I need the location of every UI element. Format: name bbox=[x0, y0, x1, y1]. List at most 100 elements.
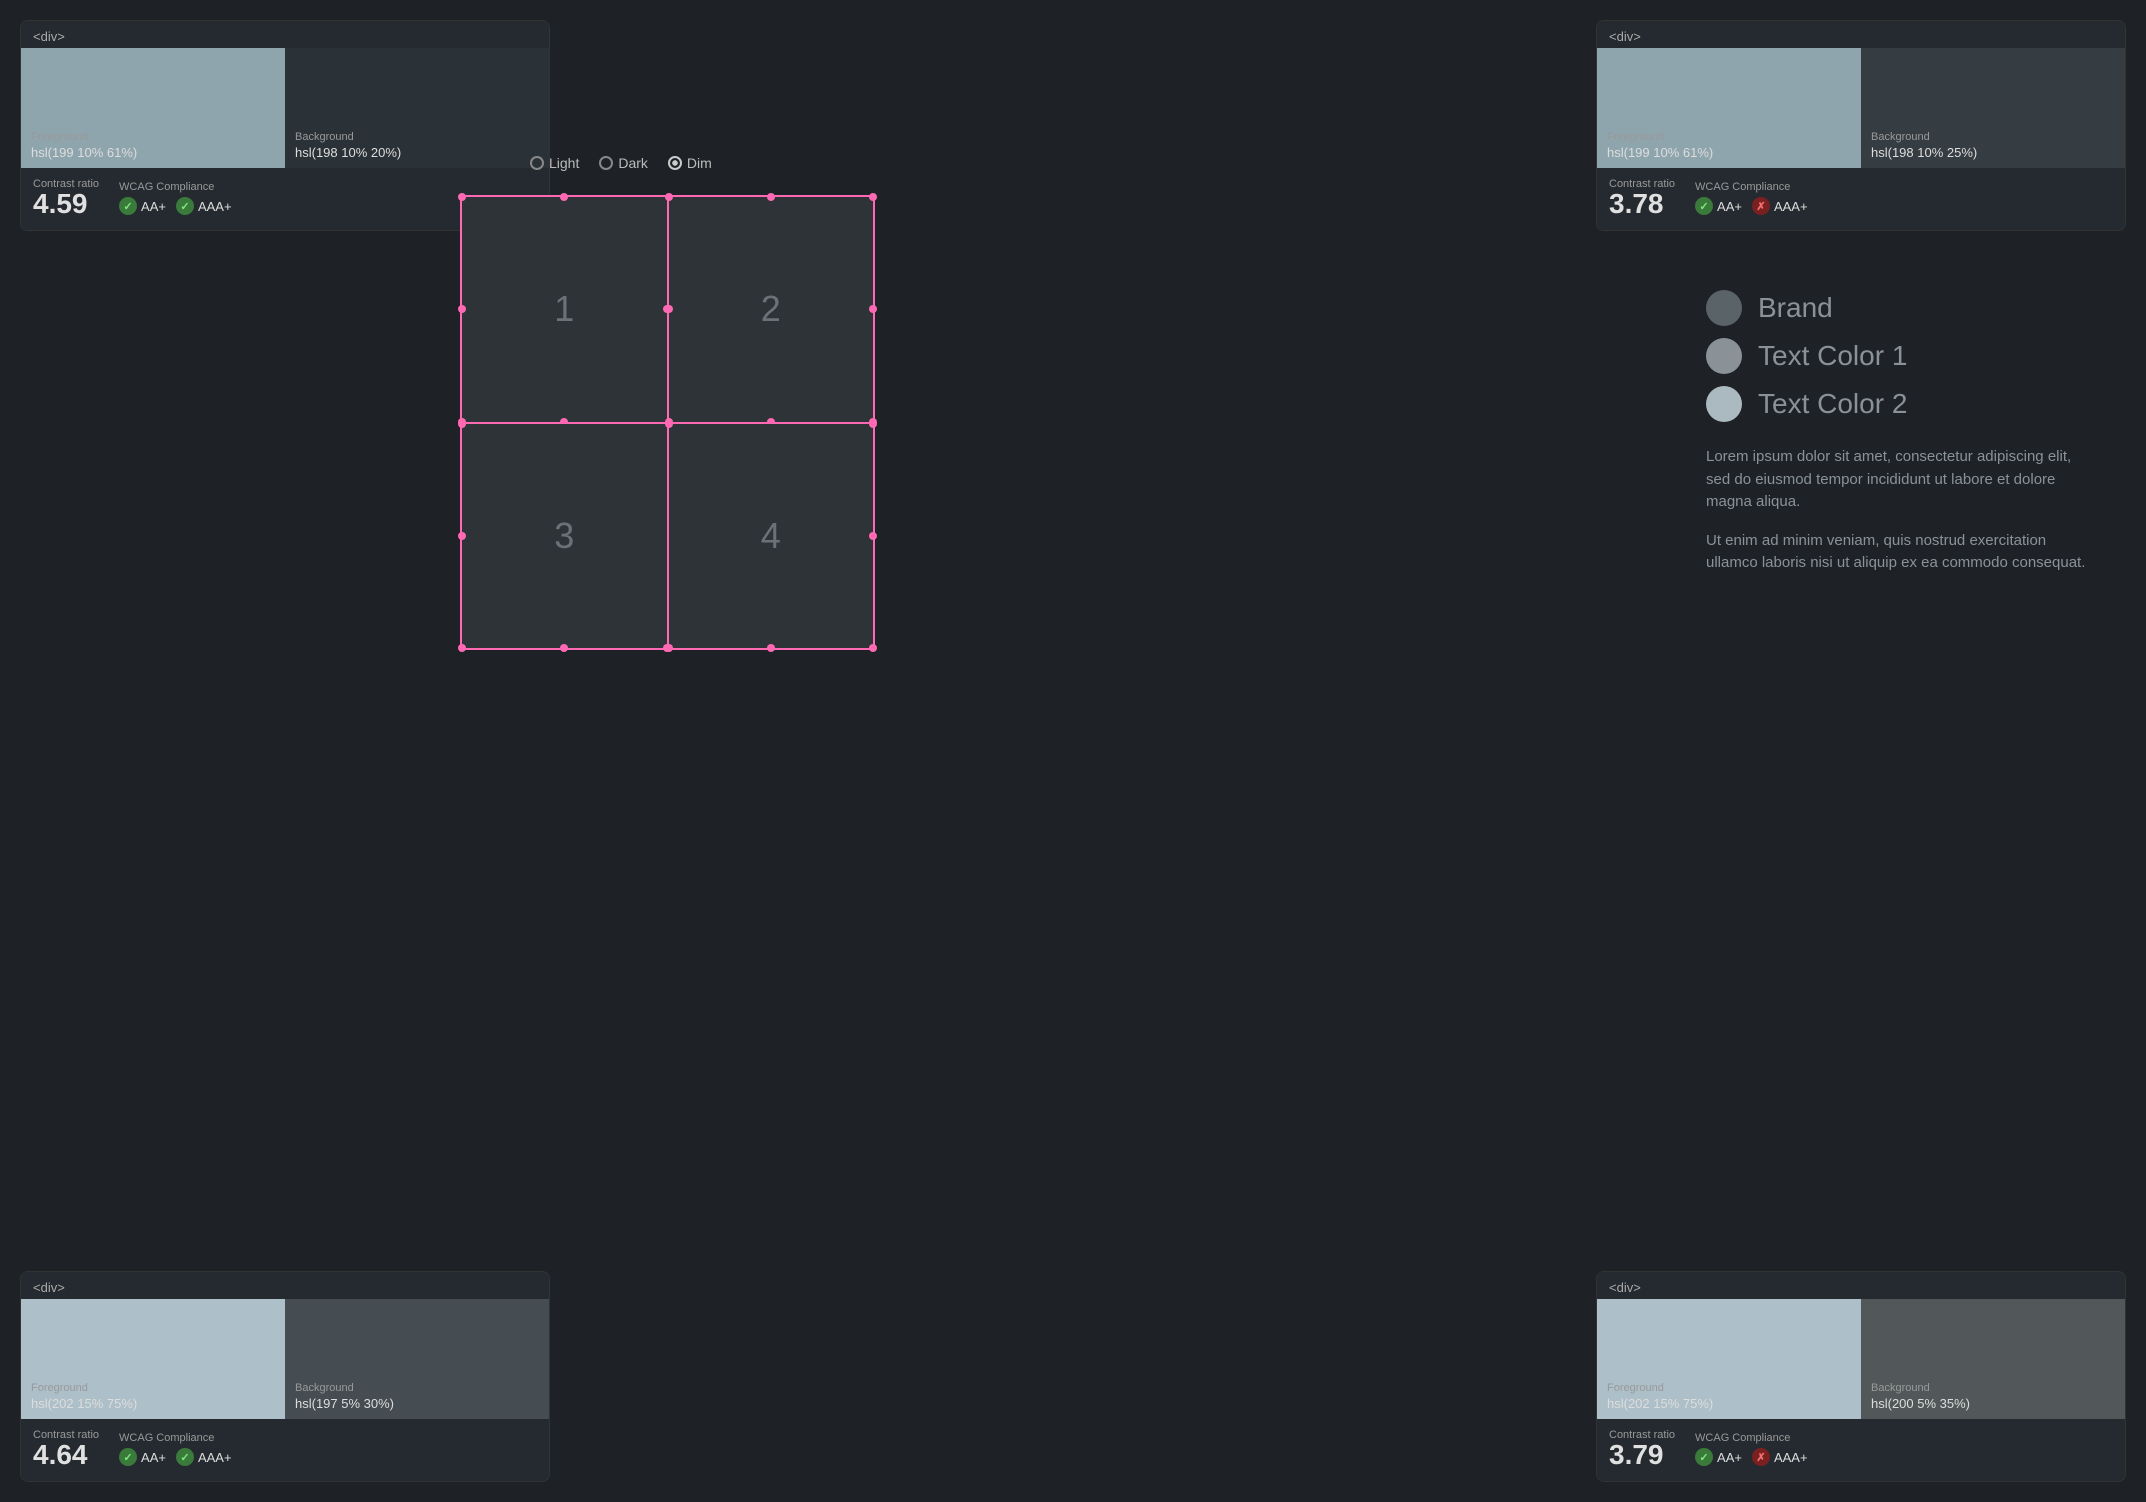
cell-label-2: 2 bbox=[761, 288, 781, 330]
aaa-badge-br: ✗ AAA+ bbox=[1752, 1448, 1808, 1466]
panel-top-left-tag: <div> bbox=[21, 21, 549, 48]
handle-tc-2[interactable] bbox=[767, 193, 775, 201]
handle-tr-2[interactable] bbox=[869, 193, 877, 201]
radio-light[interactable]: Light bbox=[530, 155, 579, 171]
contrast-ratio-tr: Contrast ratio 3.78 bbox=[1609, 178, 1675, 218]
background-swatch-br: Background hsl(200 5% 35%) bbox=[1861, 1299, 2125, 1419]
radio-label-dark: Dark bbox=[618, 155, 648, 171]
text-color-2-label: Text Color 2 bbox=[1758, 388, 1907, 420]
cell-label-1: 1 bbox=[554, 288, 574, 330]
handle-tl-1[interactable] bbox=[458, 193, 466, 201]
theme-radio-group: Light Dark Dim bbox=[530, 155, 712, 171]
grid-cell-1: 1 bbox=[461, 196, 668, 423]
foreground-swatch-tl: Foreground hsl(199 10% 61%) bbox=[21, 48, 285, 168]
handle-bc-4[interactable] bbox=[767, 644, 775, 652]
grid-cell-3: 3 bbox=[461, 423, 668, 650]
cell-label-3: 3 bbox=[554, 515, 574, 557]
layout-grid: 1 2 3 4 bbox=[460, 195, 875, 650]
legend-item-brand: Brand bbox=[1706, 290, 2086, 326]
handle-bl-4[interactable] bbox=[665, 644, 673, 652]
wcag-br: WCAG Compliance ✓ AA+ ✗ AAA+ bbox=[1695, 1432, 1808, 1466]
foreground-swatch-bl: Foreground hsl(202 15% 75%) bbox=[21, 1299, 285, 1419]
contrast-ratio-br: Contrast ratio 3.79 bbox=[1609, 1429, 1675, 1469]
grid-cell-2: 2 bbox=[668, 196, 875, 423]
panel-stats-br: Contrast ratio 3.79 WCAG Compliance ✓ AA… bbox=[1597, 1419, 2125, 1481]
color-legend: Brand Text Color 1 Text Color 2 bbox=[1706, 290, 2086, 422]
wcag-bl: WCAG Compliance ✓ AA+ ✓ AAA+ bbox=[119, 1432, 232, 1466]
wcag-badges-br: ✓ AA+ ✗ AAA+ bbox=[1695, 1448, 1808, 1466]
wcag-badges-tr: ✓ AA+ ✗ AAA+ bbox=[1695, 197, 1808, 215]
handle-tl-3[interactable] bbox=[458, 420, 466, 428]
handle-ml-2[interactable] bbox=[665, 305, 673, 313]
handle-ml-3[interactable] bbox=[458, 532, 466, 540]
text-color-1-dot bbox=[1706, 338, 1742, 374]
aaa-pass-icon-bl: ✓ bbox=[176, 1448, 194, 1466]
legend-item-text1: Text Color 1 bbox=[1706, 338, 2086, 374]
contrast-ratio-tl: Contrast ratio 4.59 bbox=[33, 178, 99, 218]
panel-top-right-tag: <div> bbox=[1597, 21, 2125, 48]
handle-br-4[interactable] bbox=[869, 644, 877, 652]
wcag-tr: WCAG Compliance ✓ AA+ ✗ AAA+ bbox=[1695, 181, 1808, 215]
aa-badge-tl: ✓ AA+ bbox=[119, 197, 166, 215]
handle-tl-2[interactable] bbox=[665, 193, 673, 201]
radio-label-light: Light bbox=[549, 155, 579, 171]
aa-pass-icon-bl: ✓ bbox=[119, 1448, 137, 1466]
radio-circle-dim bbox=[668, 156, 682, 170]
radio-dim[interactable]: Dim bbox=[668, 155, 712, 171]
radio-dark[interactable]: Dark bbox=[599, 155, 648, 171]
handle-tc-1[interactable] bbox=[560, 193, 568, 201]
background-swatch-tl: Background hsl(198 10% 20%) bbox=[285, 48, 549, 168]
cell-label-4: 4 bbox=[761, 515, 781, 557]
panel-bottom-right: <div> Foreground hsl(202 15% 75%) Backgr… bbox=[1596, 1271, 2126, 1482]
color-swatches-bl: Foreground hsl(202 15% 75%) Background h… bbox=[21, 1299, 549, 1419]
grid-cell-4: 4 bbox=[668, 423, 875, 650]
legend-item-text2: Text Color 2 bbox=[1706, 386, 2086, 422]
handle-tl-4[interactable] bbox=[665, 420, 673, 428]
aa-badge-br: ✓ AA+ bbox=[1695, 1448, 1742, 1466]
aaa-badge-tl: ✓ AAA+ bbox=[176, 197, 232, 215]
aaa-badge-tr: ✗ AAA+ bbox=[1752, 197, 1808, 215]
panel-top-right: <div> Foreground hsl(199 10% 61%) Backgr… bbox=[1596, 20, 2126, 231]
lorem-paragraph-1: Lorem ipsum dolor sit amet, consectetur … bbox=[1706, 446, 2086, 514]
handle-mr-4[interactable] bbox=[869, 532, 877, 540]
contrast-ratio-bl: Contrast ratio 4.64 bbox=[33, 1429, 99, 1469]
color-swatches-top-left: Foreground hsl(199 10% 61%) Background h… bbox=[21, 48, 549, 168]
foreground-swatch-br: Foreground hsl(202 15% 75%) bbox=[1597, 1299, 1861, 1419]
radio-circle-light bbox=[530, 156, 544, 170]
text-color-2-dot bbox=[1706, 386, 1742, 422]
aaa-fail-icon-br: ✗ bbox=[1752, 1448, 1770, 1466]
radio-label-dim: Dim bbox=[687, 155, 712, 171]
right-info-panel: Brand Text Color 1 Text Color 2 Lorem ip… bbox=[1706, 290, 2086, 591]
handle-ml-1[interactable] bbox=[458, 305, 466, 313]
handle-bl-3[interactable] bbox=[458, 644, 466, 652]
aaa-pass-icon-tl: ✓ bbox=[176, 197, 194, 215]
handle-tr-4[interactable] bbox=[869, 420, 877, 428]
handle-mr-2[interactable] bbox=[869, 305, 877, 313]
handle-bc-3[interactable] bbox=[560, 644, 568, 652]
wcag-badges-tl: ✓ AA+ ✓ AAA+ bbox=[119, 197, 232, 215]
aa-pass-icon-tr: ✓ bbox=[1695, 197, 1713, 215]
background-swatch-bl: Background hsl(197 5% 30%) bbox=[285, 1299, 549, 1419]
foreground-swatch-tr: Foreground hsl(199 10% 61%) bbox=[1597, 48, 1861, 168]
aa-pass-icon-br: ✓ bbox=[1695, 1448, 1713, 1466]
lorem-paragraph-2: Ut enim ad minim veniam, quis nostrud ex… bbox=[1706, 530, 2086, 575]
aaa-badge-bl: ✓ AAA+ bbox=[176, 1448, 232, 1466]
panel-bottom-left-tag: <div> bbox=[21, 1272, 549, 1299]
aa-pass-icon-tl: ✓ bbox=[119, 197, 137, 215]
radio-circle-dark bbox=[599, 156, 613, 170]
aaa-fail-icon-tr: ✗ bbox=[1752, 197, 1770, 215]
aa-badge-bl: ✓ AA+ bbox=[119, 1448, 166, 1466]
brand-label: Brand bbox=[1758, 292, 1833, 324]
color-swatches-tr: Foreground hsl(199 10% 61%) Background h… bbox=[1597, 48, 2125, 168]
brand-dot bbox=[1706, 290, 1742, 326]
text-color-1-label: Text Color 1 bbox=[1758, 340, 1907, 372]
wcag-badges-bl: ✓ AA+ ✓ AAA+ bbox=[119, 1448, 232, 1466]
panel-bottom-right-tag: <div> bbox=[1597, 1272, 2125, 1299]
panel-stats-tr: Contrast ratio 3.78 WCAG Compliance ✓ AA… bbox=[1597, 168, 2125, 230]
background-swatch-tr: Background hsl(198 10% 25%) bbox=[1861, 48, 2125, 168]
aa-badge-tr: ✓ AA+ bbox=[1695, 197, 1742, 215]
color-swatches-br: Foreground hsl(202 15% 75%) Background h… bbox=[1597, 1299, 2125, 1419]
panel-bottom-left: <div> Foreground hsl(202 15% 75%) Backgr… bbox=[20, 1271, 550, 1482]
wcag-tl: WCAG Compliance ✓ AA+ ✓ AAA+ bbox=[119, 181, 232, 215]
panel-stats-bl: Contrast ratio 4.64 WCAG Compliance ✓ AA… bbox=[21, 1419, 549, 1481]
